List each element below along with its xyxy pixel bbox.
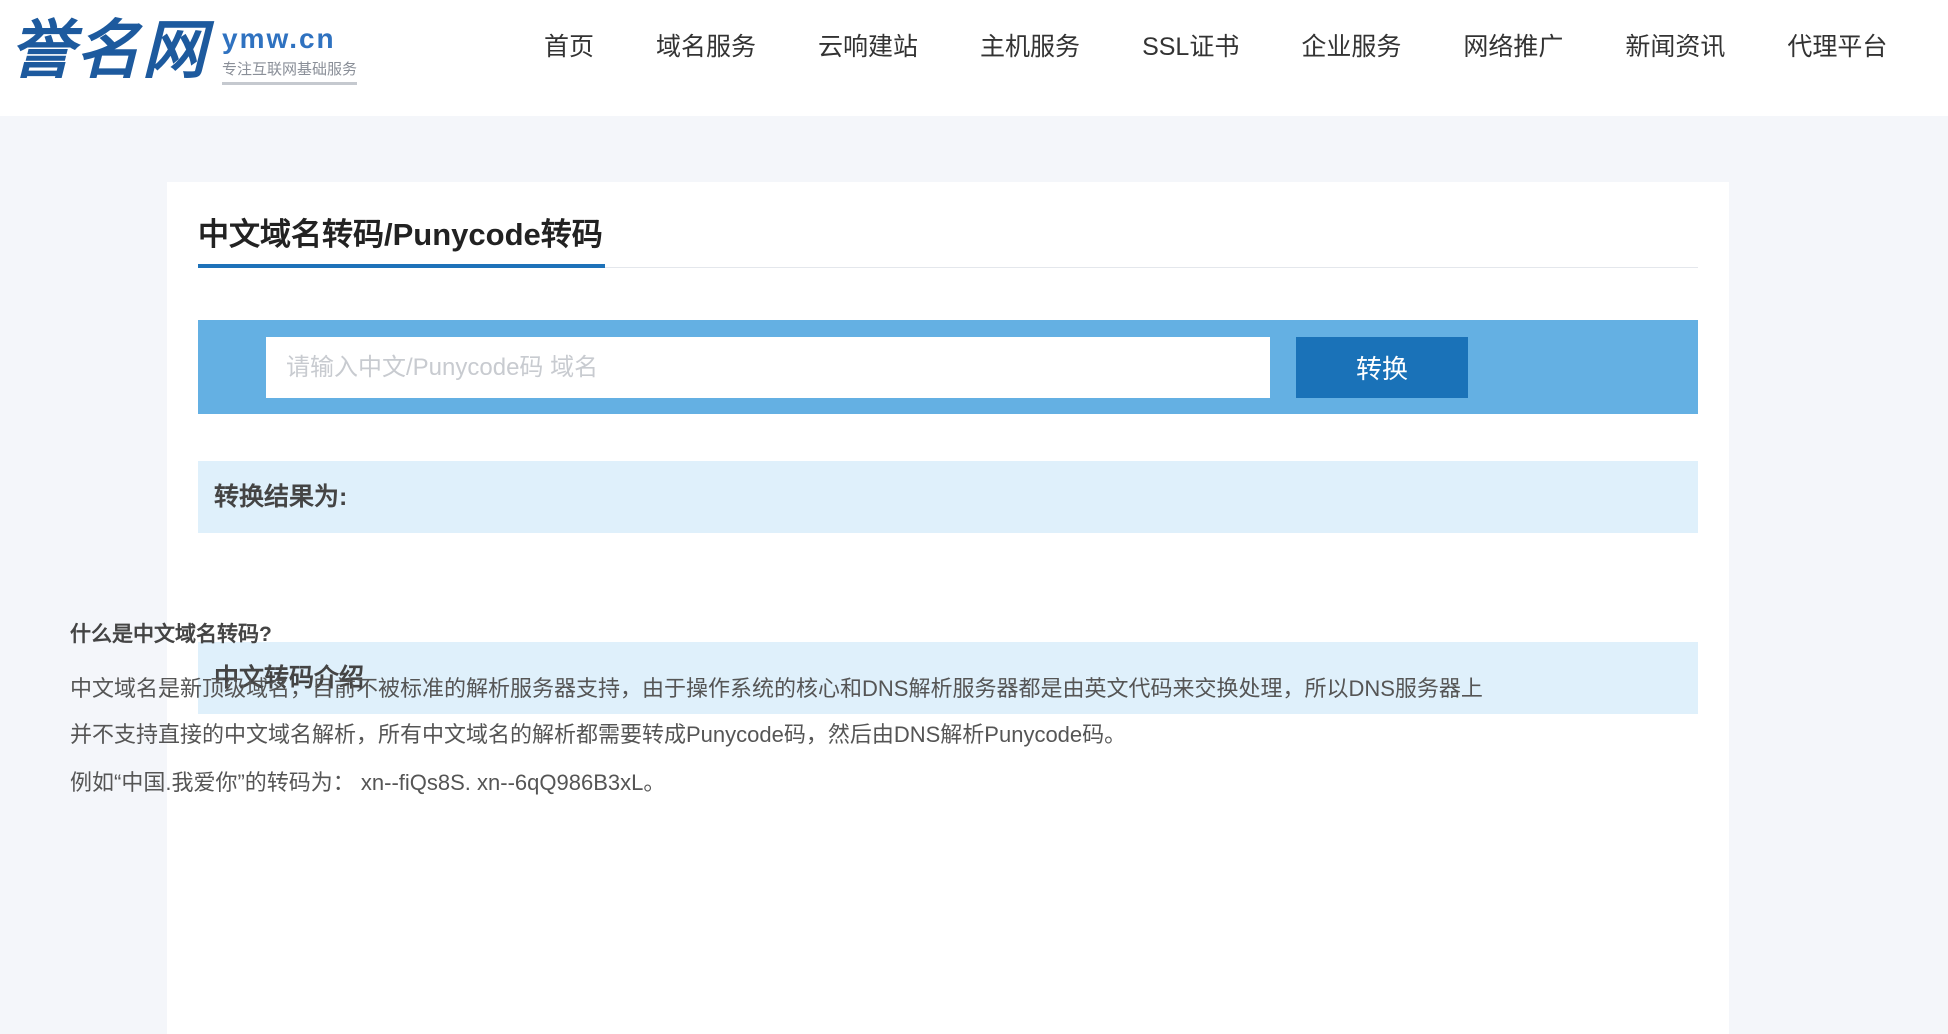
main-nav: 首页 域名服务 云响建站 主机服务 SSL证书 企业服务 网络推广 新闻资讯 代… [520,0,1918,95]
logo-chinese-text: 誉名网 [10,14,208,86]
intro-example: 例如“中国.我爱你”的转码为： xn--fiQs8S. xn--6qQ986B3… [70,770,666,795]
nav-item-ssl[interactable]: SSL证书 [1142,0,1239,95]
intro-paragraph: 中文域名是新顶级域名，目前不被标准的解析服务器支持，由于操作系统的核心和DNS解… [70,676,1483,747]
site-logo[interactable]: 誉名网 ymw.cn 专注互联网基础服务 [10,14,370,86]
page-title: 中文域名转码/Punycode转码 [198,212,605,268]
site-header: 誉名网 ymw.cn 专注互联网基础服务 首页 域名服务 云响建站 主机服务 S… [0,0,1948,116]
converter-card: 中文域名转码/Punycode转码 转换 转换结果为: 中文转码介绍 [167,182,1729,1034]
nav-item-website-builder[interactable]: 云响建站 [818,0,918,95]
nav-item-marketing[interactable]: 网络推广 [1463,0,1563,95]
domain-input[interactable] [266,337,1270,398]
logo-domain-text: ymw.cn [222,23,336,54]
nav-item-news[interactable]: 新闻资讯 [1625,0,1725,95]
nav-item-home[interactable]: 首页 [544,0,594,95]
converter-bar: 转换 [198,320,1698,414]
nav-item-enterprise[interactable]: 企业服务 [1301,0,1401,95]
card-title-row: 中文域名转码/Punycode转码 [198,212,1698,268]
intro-question: 什么是中文域名转码? [70,623,272,646]
convert-button[interactable]: 转换 [1296,337,1468,398]
nav-item-domain-services[interactable]: 域名服务 [656,0,756,95]
result-label: 转换结果为: [198,461,1698,533]
nav-item-hosting[interactable]: 主机服务 [980,0,1080,95]
logo-slogan: 专注互联网基础服务 [222,60,358,85]
nav-item-agent-platform[interactable]: 代理平台 [1787,0,1887,95]
